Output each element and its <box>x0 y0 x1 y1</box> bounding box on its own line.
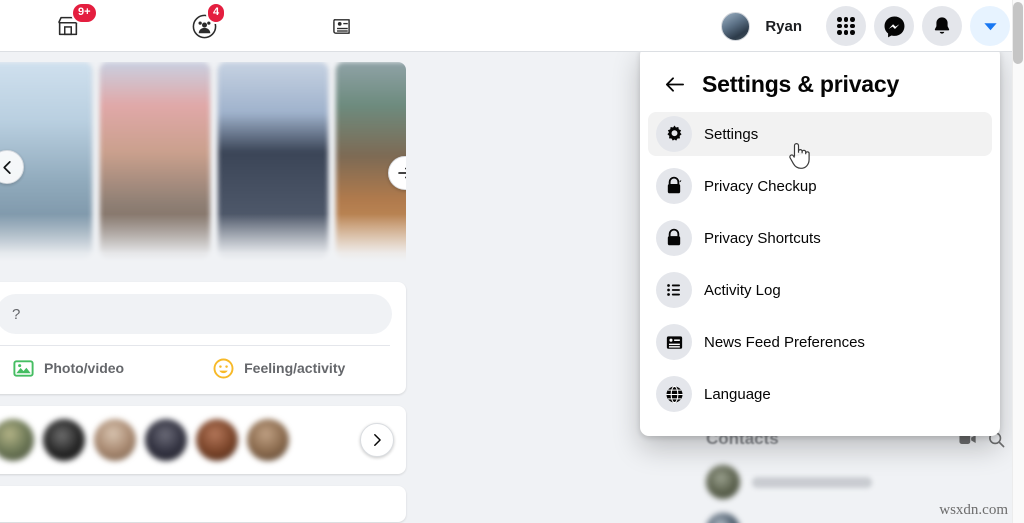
contact-avatar[interactable] <box>196 419 238 461</box>
menu-grid-button[interactable] <box>826 6 866 46</box>
messenger-button[interactable] <box>874 6 914 46</box>
composer-actions: Photo/video Feeling/activity <box>0 346 392 390</box>
groups-badge: 4 <box>206 2 227 24</box>
contact-avatar <box>706 513 740 523</box>
stories-fade-overlay <box>0 214 406 270</box>
privacy-check-icon <box>656 168 692 204</box>
post-composer: ? Photo/video Feeling/activity <box>0 282 406 394</box>
composer-feeling-activity-label: Feeling/activity <box>244 360 346 376</box>
contact-avatar[interactable] <box>247 419 289 461</box>
menu-item-privacy-shortcuts[interactable]: Privacy Shortcuts <box>648 216 992 260</box>
list-icon <box>656 272 692 308</box>
arrow-right-icon <box>398 167 406 179</box>
lock-icon <box>656 220 692 256</box>
news-icon <box>332 18 350 34</box>
page-scrollbar-thumb[interactable] <box>1013 2 1023 64</box>
contacts-next-button[interactable] <box>360 423 394 457</box>
contact-name <box>752 476 872 488</box>
chevron-right-icon <box>374 434 381 446</box>
menu-item-language[interactable]: Language <box>648 372 992 416</box>
chevron-down-icon <box>983 22 997 30</box>
stories-carousel <box>0 62 406 270</box>
menu-item-activity-log[interactable]: Activity Log <box>648 268 992 312</box>
navbar-user-name[interactable]: Ryan <box>765 18 802 35</box>
composer-photo-video-button[interactable]: Photo/video <box>6 350 130 386</box>
globe-icon <box>656 376 692 412</box>
menu-item-news-feed-preferences[interactable]: News Feed Preferences <box>648 320 992 364</box>
marketplace-badge: 9+ <box>71 2 98 24</box>
notifications-bell-icon <box>934 17 950 34</box>
app-root: 9+ 4 Ryan ? Photo/video Feeling/activity… <box>0 0 1024 523</box>
menu-item-label: Privacy Checkup <box>704 177 817 195</box>
composer-photo-video-label: Photo/video <box>44 360 125 376</box>
contact-avatar[interactable] <box>43 419 85 461</box>
notifications-button[interactable] <box>922 6 962 46</box>
arrow-left-icon <box>665 76 684 92</box>
contact-list-item[interactable] <box>698 458 1018 506</box>
contact-avatar[interactable] <box>145 419 187 461</box>
nav-marketplace-button[interactable]: 9+ <box>45 2 98 48</box>
feeling-activity-icon <box>213 358 234 378</box>
feed-post-card <box>0 486 406 522</box>
panel-title: Settings & privacy <box>702 70 900 97</box>
feed-column: ? Photo/video Feeling/activity <box>0 62 406 522</box>
navbar-right-group: Ryan <box>721 0 1010 52</box>
menu-grid-icon <box>837 17 855 35</box>
contacts-strip <box>0 406 406 474</box>
page-scrollbar-track[interactable] <box>1012 0 1024 523</box>
panel-header: Settings & privacy <box>648 56 992 112</box>
composer-input[interactable]: ? <box>0 294 392 334</box>
contact-avatar <box>706 465 740 499</box>
account-dropdown-button[interactable] <box>970 6 1010 46</box>
menu-item-settings[interactable]: Settings <box>648 112 992 156</box>
news-feed-icon <box>656 324 692 360</box>
contact-avatar[interactable] <box>0 419 34 461</box>
menu-item-privacy-checkup[interactable]: Privacy Checkup <box>648 164 992 208</box>
watermark: wsxdn.com <box>939 502 1008 518</box>
top-navbar: 9+ 4 Ryan <box>0 0 1024 52</box>
menu-item-label: Privacy Shortcuts <box>704 229 821 247</box>
composer-feeling-activity-button[interactable]: Feeling/activity <box>206 350 351 386</box>
photo-video-icon <box>13 359 34 377</box>
nav-groups-button[interactable]: 4 <box>181 2 227 48</box>
messenger-icon <box>884 16 904 37</box>
contact-avatar[interactable] <box>94 419 136 461</box>
nav-news-button[interactable] <box>318 4 364 48</box>
chevron-left-icon <box>2 160 11 174</box>
menu-item-label: News Feed Preferences <box>704 333 865 351</box>
navbar-user-avatar[interactable] <box>721 11 751 41</box>
menu-item-label: Language <box>704 385 771 403</box>
menu-item-label: Activity Log <box>704 281 781 299</box>
gear-icon <box>656 116 692 152</box>
panel-back-button[interactable] <box>656 66 692 102</box>
settings-privacy-panel: Settings & privacy Settings Privacy Chec… <box>640 46 1000 436</box>
menu-item-label: Settings <box>704 125 759 143</box>
